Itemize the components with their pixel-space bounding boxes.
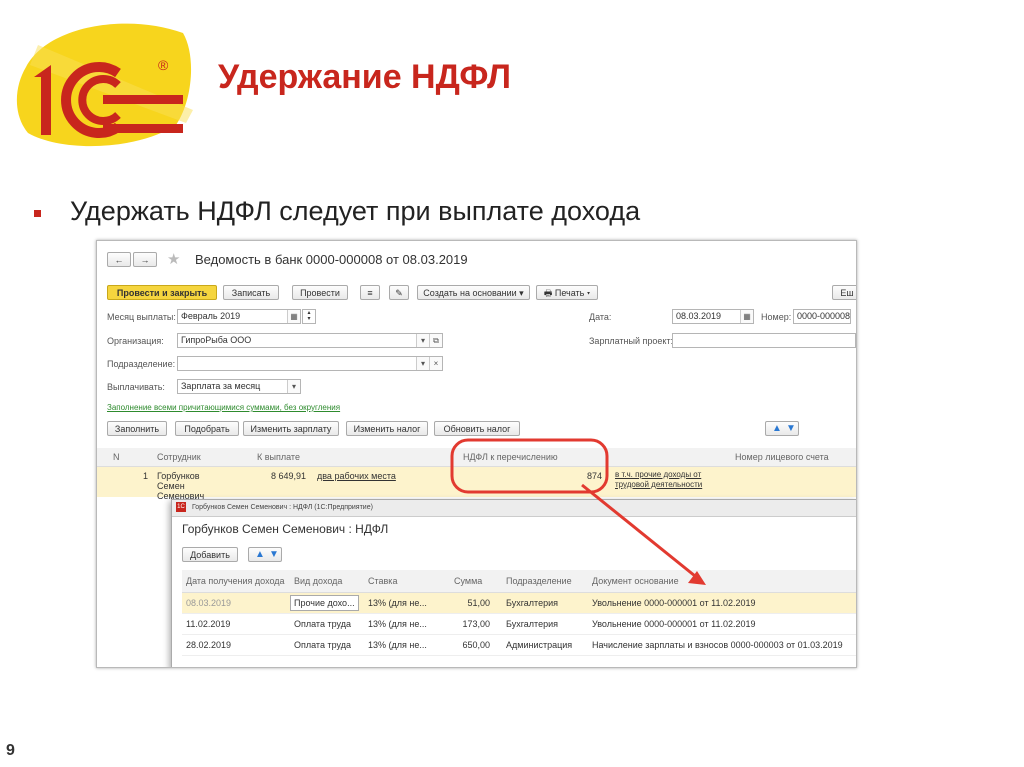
ndfl-detail-link[interactable]: в т.ч. прочие доходы от трудовой деятель…	[615, 470, 719, 490]
arrow-up-icon: ▲	[255, 549, 265, 560]
salary-project-field[interactable]	[672, 333, 856, 348]
pick-button[interactable]: Подобрать	[175, 421, 239, 436]
change-salary-button[interactable]: Изменить зарплату	[243, 421, 339, 436]
subtable-header: Дата получения дохода Вид дохода Ставка …	[182, 570, 856, 593]
table-row[interactable]: 28.02.2019 Оплата труда 13% (для не... 6…	[182, 635, 856, 656]
forward-button[interactable]: →	[133, 252, 157, 267]
arrow-left-icon: ←	[114, 255, 124, 265]
pay-type-label: Выплачивать:	[107, 382, 165, 392]
calendar-icon: ▦	[740, 310, 753, 323]
fill-mode-link[interactable]: Заполнение всеми причитающимися суммами,…	[107, 403, 340, 412]
create-based-on-button[interactable]: Создать на основании ▾	[417, 285, 530, 300]
app-icon: 1C	[176, 502, 186, 513]
table-row[interactable]: 1 Горбунков Семен Семенович 8 649,91 два…	[97, 467, 856, 501]
date-label: Дата:	[589, 312, 612, 322]
update-tax-button[interactable]: Обновить налог	[434, 421, 520, 436]
post-button[interactable]: Провести	[292, 285, 348, 300]
list-icon[interactable]: ≡	[360, 285, 380, 300]
arrow-down-icon: ▼	[786, 423, 796, 434]
fill-button[interactable]: Заполнить	[107, 421, 167, 436]
attach-icon[interactable]: ✎	[389, 285, 409, 300]
arrow-up-icon: ▲	[772, 423, 782, 434]
svg-text:®: ®	[158, 57, 169, 73]
open-icon: ⧉	[429, 334, 442, 347]
number-field[interactable]: 0000-000008	[793, 309, 851, 324]
bullet-marker	[34, 210, 41, 217]
calendar-icon: ▦	[287, 310, 300, 323]
printer-icon: 🖶	[543, 288, 553, 298]
arrow-down-icon: ▼	[269, 549, 279, 560]
employee-name: Горбунков Семен Семенович	[157, 471, 205, 501]
star-icon[interactable]: ★	[167, 250, 180, 268]
workplaces-link[interactable]: два рабочих места	[317, 471, 396, 481]
table-row[interactable]: 08.03.2019 Прочие дохо... 13% (для не...…	[182, 593, 856, 614]
bullet-text: Удержать НДФЛ следует при выплате дохода	[70, 196, 641, 226]
page-number: 9	[6, 742, 15, 759]
ndfl-subwindow: 1C Горбунков Семен Семенович : НДФЛ (1С:…	[171, 499, 856, 667]
subwindow-title: Горбунков Семен Семенович : НДФЛ	[182, 522, 389, 536]
move-buttons[interactable]: ▲ ▼	[248, 547, 282, 562]
back-button[interactable]: ←	[107, 252, 131, 267]
slide-title: Удержание НДФЛ	[218, 58, 511, 96]
organization-label: Организация:	[107, 336, 164, 346]
window-title: Ведомость в банк 0000-000008 от 08.03.20…	[195, 252, 468, 267]
more-button[interactable]: Еш	[832, 285, 856, 300]
subwindow-titlebar: 1C Горбунков Семен Семенович : НДФЛ (1С:…	[172, 500, 856, 517]
arrow-right-icon: →	[140, 255, 150, 265]
logo-1c: ®	[16, 23, 193, 147]
change-tax-button[interactable]: Изменить налог	[346, 421, 428, 436]
move-buttons[interactable]: ▲ ▼	[765, 421, 799, 436]
post-and-close-button[interactable]: Провести и закрыть	[107, 285, 217, 300]
print-button[interactable]: 🖶 Печать ▾	[536, 285, 598, 300]
document-window: ← → ★ Ведомость в банк 0000-000008 от 08…	[96, 240, 857, 668]
pay-type-select[interactable]: Зарплата за месяц ▾	[177, 379, 301, 394]
table-header: N Сотрудник К выплате НДФЛ к перечислени…	[97, 448, 856, 467]
month-field[interactable]: Февраль 2019 ▦	[177, 309, 301, 324]
month-label: Месяц выплаты:	[107, 312, 176, 322]
month-stepper[interactable]: ▴ ▾	[302, 309, 316, 324]
number-label: Номер:	[761, 312, 792, 322]
add-button[interactable]: Добавить	[182, 547, 238, 562]
date-field[interactable]: 08.03.2019 ▦	[672, 309, 754, 324]
department-field[interactable]: ▾ ×	[177, 356, 443, 371]
table-row[interactable]: 11.02.2019 Оплата труда 13% (для не... 1…	[182, 614, 856, 635]
organization-field[interactable]: ГипроРыба ООО ▾ ⧉	[177, 333, 443, 348]
salary-project-label: Зарплатный проект:	[589, 336, 674, 346]
save-button[interactable]: Записать	[223, 285, 279, 300]
department-label: Подразделение:	[107, 359, 176, 369]
